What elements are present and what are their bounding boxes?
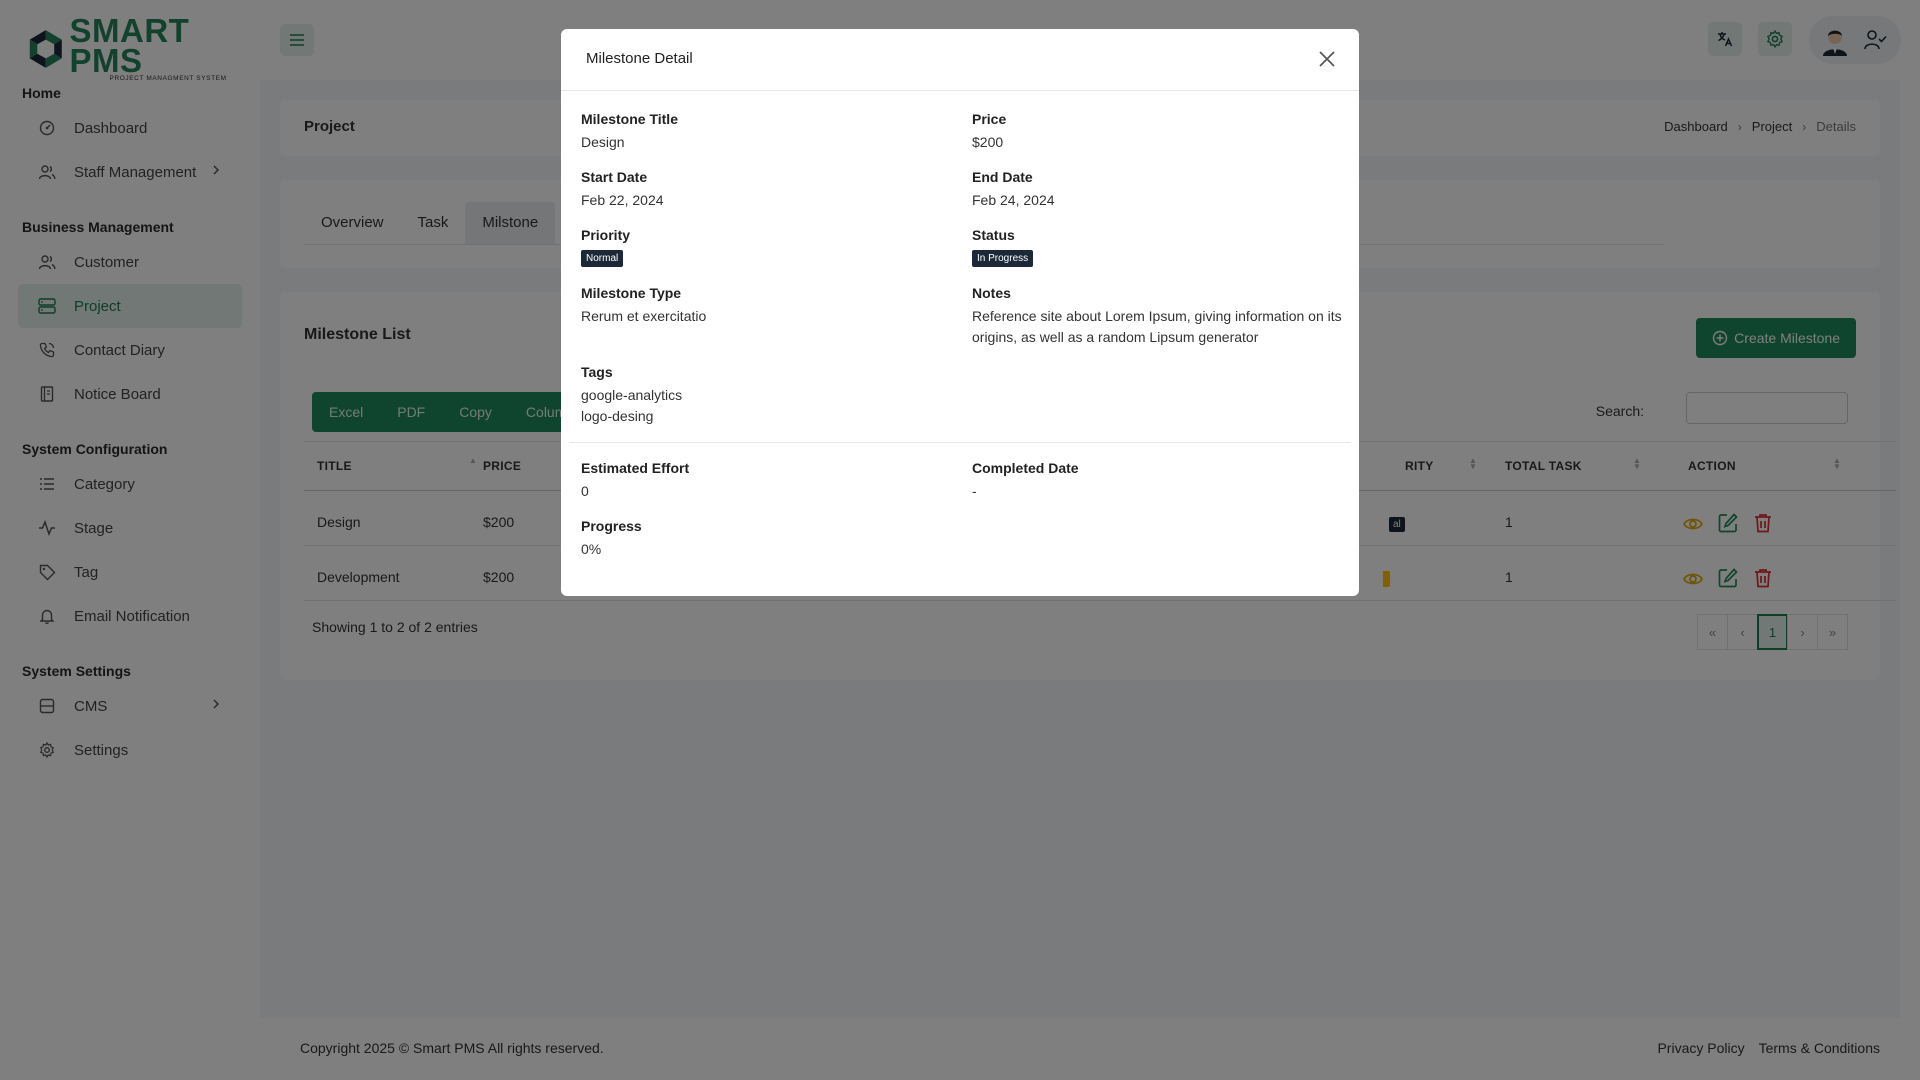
field-label: Notes <box>972 285 1011 301</box>
field-label: Start Date <box>581 169 648 185</box>
modal-title: Milestone Detail <box>586 50 693 67</box>
field-label: Estimated Effort <box>581 460 690 476</box>
status-badge: In Progress <box>972 250 1034 267</box>
field-value: Reference site about Lorem Ipsum, giving… <box>972 308 1342 345</box>
field-progress: Progress 0% <box>581 518 642 560</box>
field-price: Price $200 <box>972 111 1006 153</box>
field-label: Status <box>972 227 1015 243</box>
field-label: Priority <box>581 227 631 243</box>
field-value: 0% <box>581 541 602 557</box>
field-tags: Tags google-analytics logo-desing <box>581 364 682 427</box>
field-value: 0 <box>581 483 589 499</box>
field-end-date: End Date Feb 24, 2024 <box>972 169 1055 211</box>
close-icon[interactable] <box>1317 49 1337 69</box>
field-value: Feb 22, 2024 <box>581 192 664 208</box>
priority-badge: Normal <box>581 250 624 267</box>
milestone-detail-modal: Milestone Detail Milestone Title Design … <box>561 29 1359 596</box>
field-label: Price <box>972 111 1007 127</box>
field-label: Tags <box>581 364 613 380</box>
field-estimated-effort: Estimated Effort 0 <box>581 460 689 502</box>
field-value: Design <box>581 134 625 150</box>
field-status: Status In Progress <box>972 227 1034 267</box>
field-notes: Notes Reference site about Lorem Ipsum, … <box>972 285 1344 348</box>
modal-divider <box>569 442 1351 443</box>
tag-item: google-analytics <box>581 387 683 403</box>
field-value: - <box>972 483 977 499</box>
field-milestone-type: Milestone Type Rerum et exercitatio <box>581 285 706 327</box>
modal-header: Milestone Detail <box>561 29 1359 91</box>
field-label: End Date <box>972 169 1033 185</box>
field-label: Completed Date <box>972 460 1079 476</box>
field-label: Progress <box>581 518 642 534</box>
field-label: Milestone Type <box>581 285 682 301</box>
field-completed-date: Completed Date - <box>972 460 1079 502</box>
field-value: Feb 24, 2024 <box>972 192 1055 208</box>
field-value: Rerum et exercitatio <box>581 308 707 324</box>
field-value: $200 <box>972 134 1004 150</box>
field-milestone-title: Milestone Title Design <box>581 111 678 153</box>
tag-item: logo-desing <box>581 408 654 424</box>
field-priority: Priority Normal <box>581 227 630 267</box>
field-start-date: Start Date Feb 22, 2024 <box>581 169 664 211</box>
field-label: Milestone Title <box>581 111 678 127</box>
